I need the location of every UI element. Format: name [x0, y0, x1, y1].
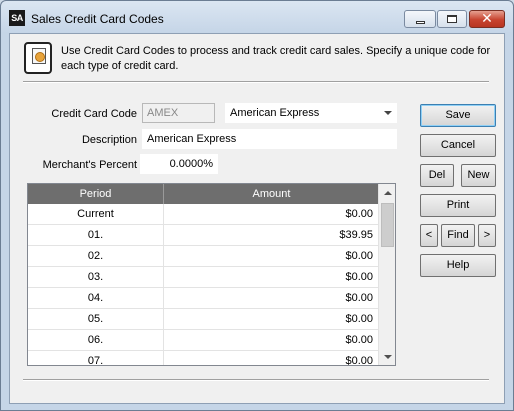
- credit-card-document-icon: [24, 42, 52, 74]
- dialog-window: SA Sales Credit Card Codes ✕ Use Credit …: [0, 0, 514, 411]
- period-cell[interactable]: 02.: [28, 246, 164, 267]
- help-button[interactable]: Help: [420, 254, 496, 277]
- table-row[interactable]: 06. $0.00: [28, 330, 378, 351]
- credit-card-code-field: AMEX: [142, 103, 215, 123]
- table-row[interactable]: 07. $0.00: [28, 351, 378, 365]
- close-icon: ✕: [481, 11, 493, 27]
- column-header-amount[interactable]: Amount: [165, 184, 378, 204]
- description-label: Description: [81, 134, 137, 146]
- description-field[interactable]: American Express: [142, 129, 397, 149]
- grid-vertical-scrollbar[interactable]: [378, 184, 395, 365]
- card-name-select-value: American Express: [230, 107, 320, 119]
- scroll-up-button[interactable]: [379, 184, 395, 201]
- grid-body: Current $0.00 01. $39.95 02. $0.00 03. $0.00 04.…: [28, 204, 378, 365]
- table-row[interactable]: 04. $0.00: [28, 288, 378, 309]
- arrow-down-icon: [383, 354, 392, 359]
- info-description: Use Credit Card Codes to process and tra…: [61, 45, 491, 72]
- table-row[interactable]: Current $0.00: [28, 204, 378, 225]
- amount-cell[interactable]: $0.00: [165, 267, 378, 288]
- merchant-percent-field[interactable]: 0.0000%: [140, 154, 218, 174]
- arrow-up-icon: [383, 190, 392, 195]
- cancel-button[interactable]: Cancel: [420, 134, 496, 157]
- maximize-button[interactable]: [437, 10, 467, 28]
- window-title: Sales Credit Card Codes: [31, 12, 164, 26]
- period-cell[interactable]: Current: [28, 204, 164, 225]
- print-button[interactable]: Print: [420, 194, 496, 217]
- minimize-button[interactable]: [404, 10, 436, 28]
- amount-cell[interactable]: $0.00: [165, 309, 378, 330]
- minimize-icon: [415, 20, 425, 24]
- close-button[interactable]: ✕: [469, 10, 505, 28]
- period-cell[interactable]: 04.: [28, 288, 164, 309]
- amount-cell[interactable]: $0.00: [165, 288, 378, 309]
- column-header-period[interactable]: Period: [28, 184, 164, 204]
- period-cell[interactable]: 06.: [28, 330, 164, 351]
- previous-record-button[interactable]: <: [420, 224, 438, 247]
- period-cell[interactable]: 07.: [28, 351, 164, 365]
- delete-button[interactable]: Del: [420, 164, 454, 187]
- credit-card-code-label: Credit Card Code: [51, 108, 137, 120]
- next-record-button[interactable]: >: [478, 224, 496, 247]
- save-button[interactable]: Save: [420, 104, 496, 127]
- new-button[interactable]: New: [461, 164, 496, 187]
- period-cell[interactable]: 03.: [28, 267, 164, 288]
- table-row[interactable]: 05. $0.00: [28, 309, 378, 330]
- amount-cell[interactable]: $0.00: [165, 246, 378, 267]
- dialog-client-area: Use Credit Card Codes to process and tra…: [9, 33, 505, 404]
- separator-bottom: [23, 379, 489, 381]
- table-row[interactable]: 02. $0.00: [28, 246, 378, 267]
- app-icon: SA: [9, 10, 25, 26]
- title-bar[interactable]: SA Sales Credit Card Codes ✕: [1, 1, 513, 33]
- table-row[interactable]: 01. $39.95: [28, 225, 378, 246]
- period-cell[interactable]: 01.: [28, 225, 164, 246]
- grid-header: Period Amount: [28, 184, 378, 204]
- find-button[interactable]: Find: [441, 224, 475, 247]
- table-row[interactable]: 03. $0.00: [28, 267, 378, 288]
- scroll-down-button[interactable]: [379, 348, 395, 365]
- chevron-down-icon[interactable]: [384, 111, 392, 115]
- amount-cell[interactable]: $0.00: [165, 204, 378, 225]
- period-cell[interactable]: 05.: [28, 309, 164, 330]
- amount-cell[interactable]: $0.00: [165, 351, 378, 365]
- maximize-icon: [447, 15, 457, 23]
- card-name-select[interactable]: American Express: [225, 103, 397, 123]
- merchant-percent-label: Merchant's Percent: [42, 159, 137, 171]
- amount-cell[interactable]: $0.00: [165, 330, 378, 351]
- scrollbar-thumb[interactable]: [381, 203, 394, 247]
- amount-cell[interactable]: $39.95: [165, 225, 378, 246]
- period-amount-grid: Period Amount Current $0.00 01. $39.95 02. $0…: [27, 183, 396, 366]
- separator-top: [23, 81, 489, 83]
